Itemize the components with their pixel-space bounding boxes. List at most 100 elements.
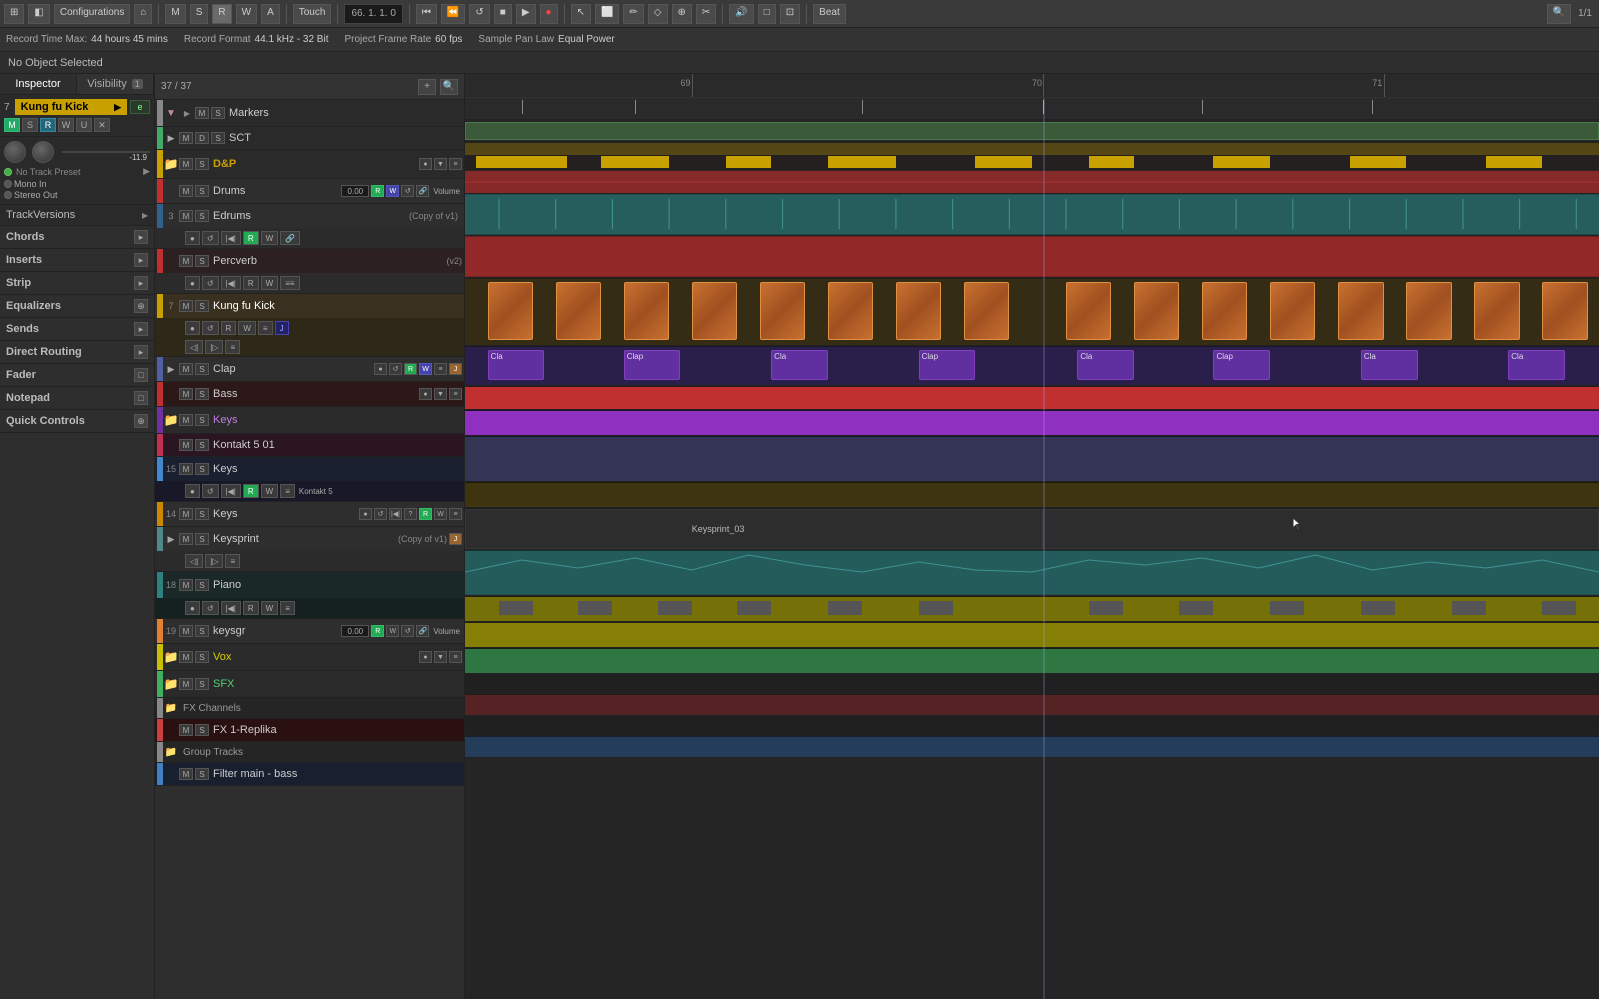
piano-s[interactable]: S: [195, 579, 209, 591]
kick-link[interactable]: ≡: [258, 321, 273, 335]
bass-eq[interactable]: ≡: [449, 388, 462, 400]
tab-inspector[interactable]: Inspector: [0, 74, 77, 94]
speaker-btn[interactable]: 🔊: [729, 4, 753, 24]
dnp-s[interactable]: S: [195, 158, 209, 170]
keys3-r[interactable]: R: [419, 508, 432, 520]
track-row-main-keys-folder[interactable]: 📁 M S Keys: [155, 407, 464, 433]
percverb-rec[interactable]: ●: [185, 276, 200, 290]
keys3-q[interactable]: ?: [404, 508, 417, 520]
vol-knob[interactable]: [32, 141, 54, 163]
track-versions-expand[interactable]: ▸: [142, 208, 148, 222]
keys3-s[interactable]: S: [195, 508, 209, 520]
track-row-main-edrums[interactable]: 3 M S Edrums (Copy of v1): [155, 204, 464, 228]
track-row-main-vox[interactable]: 📁 M S Vox ● ▼ ≡: [155, 644, 464, 670]
percverb-eq[interactable]: ≡≡: [280, 276, 299, 290]
filter-m[interactable]: M: [179, 768, 193, 780]
clap-rec[interactable]: ●: [374, 363, 387, 375]
dnp-eq[interactable]: ≡: [449, 158, 462, 170]
track-m-btn[interactable]: M: [4, 118, 20, 132]
cycle-btn[interactable]: ↺: [469, 4, 489, 24]
kontakt-s[interactable]: S: [195, 439, 209, 451]
clap-m[interactable]: M: [179, 363, 193, 375]
track-name-box[interactable]: Kung fu Kick ▶: [15, 99, 127, 115]
edrums-s[interactable]: S: [195, 210, 209, 222]
track-row-main-keysprint[interactable]: ▶ M S Keysprint (Copy of v1) J: [155, 527, 464, 551]
grid-btn[interactable]: ⊞: [4, 4, 24, 24]
percverb-link[interactable]: |◀|: [221, 276, 241, 290]
record-btn[interactable]: ●: [540, 4, 558, 24]
clap-w[interactable]: W: [419, 363, 432, 375]
track-w-btn[interactable]: W: [58, 118, 74, 132]
drums-r[interactable]: R: [371, 185, 384, 197]
kick-btn2[interactable]: |▷: [205, 340, 223, 354]
track-row-main-fx1[interactable]: M S FX 1-Replika: [155, 719, 464, 741]
config-btn[interactable]: Configurations: [54, 4, 130, 24]
track-x-btn[interactable]: ✕: [94, 118, 110, 132]
track-s-btn[interactable]: S: [22, 118, 38, 132]
sct-d[interactable]: D: [195, 132, 209, 144]
keys2-link1[interactable]: |◀|: [221, 484, 241, 498]
kick-btn1[interactable]: ◁|: [185, 340, 203, 354]
prev-btn[interactable]: ⏪: [441, 4, 465, 24]
track-row-main-dnp[interactable]: 📁 M S D&P ● ▼ ≡: [155, 150, 464, 178]
cursor-btn[interactable]: ↖: [571, 4, 591, 24]
edrums-link1[interactable]: |◀|: [221, 231, 241, 245]
keysgr-m[interactable]: M: [179, 625, 193, 637]
keys2-s[interactable]: S: [195, 463, 209, 475]
piano-cycle[interactable]: ↺: [202, 601, 219, 615]
vox-rec[interactable]: ●: [419, 651, 432, 663]
bass-down[interactable]: ▼: [434, 388, 447, 400]
full-btn[interactable]: ⊡: [780, 4, 800, 24]
monitor-btn[interactable]: □: [758, 4, 776, 24]
vox-s[interactable]: S: [195, 651, 209, 663]
keys-s[interactable]: S: [195, 414, 209, 426]
search-btn[interactable]: 🔍: [1547, 4, 1571, 24]
mode-r[interactable]: R: [212, 4, 231, 24]
sct-m[interactable]: M: [179, 132, 193, 144]
kick-active[interactable]: J: [275, 321, 289, 335]
inserts-section[interactable]: Inserts ▸: [0, 249, 154, 272]
track-u-btn[interactable]: U: [76, 118, 92, 132]
keys3-w[interactable]: W: [434, 508, 447, 520]
erase-btn[interactable]: ◇: [648, 4, 668, 24]
keysprint-btn3[interactable]: ≡: [225, 554, 240, 568]
track-versions-section[interactable]: TrackVersions ▸: [0, 205, 154, 226]
strip-section[interactable]: Strip ▸: [0, 272, 154, 295]
keys2-rec[interactable]: ●: [185, 484, 200, 498]
arranger-tracks[interactable]: Cla Clap Cla Clap Cla Clap Cla Cla: [465, 98, 1599, 999]
tab-visibility[interactable]: Visibility 1: [77, 74, 154, 94]
mode-w[interactable]: W: [236, 4, 257, 24]
keys2-w[interactable]: W: [261, 484, 279, 498]
dnp-m[interactable]: M: [179, 158, 193, 170]
beat-btn[interactable]: Beat: [813, 4, 846, 24]
keysgr-link[interactable]: 🔗: [416, 625, 429, 637]
piano-m[interactable]: M: [179, 579, 193, 591]
percverb-s[interactable]: S: [195, 255, 209, 267]
piano-rec[interactable]: ●: [185, 601, 200, 615]
mode-a[interactable]: A: [261, 4, 280, 24]
touch-btn[interactable]: Touch: [293, 4, 332, 24]
vol-slider[interactable]: -11.9: [62, 151, 150, 153]
keys3-cycle[interactable]: ↺: [374, 508, 387, 520]
quick-controls-section[interactable]: Quick Controls ⊕: [0, 410, 154, 433]
sends-section[interactable]: Sends ▸: [0, 318, 154, 341]
drums-w[interactable]: W: [386, 185, 399, 197]
rewind-btn[interactable]: ⏮: [416, 4, 437, 24]
bass-rec[interactable]: ●: [419, 388, 432, 400]
sct-clip[interactable]: [465, 122, 1599, 140]
dnp-down[interactable]: ▼: [434, 158, 447, 170]
keysprint-btn2[interactable]: |▷: [205, 554, 223, 568]
edrums-m[interactable]: M: [179, 210, 193, 222]
vox-eq[interactable]: ≡: [449, 651, 462, 663]
edrums-w[interactable]: W: [261, 231, 279, 245]
percverb-r[interactable]: R: [243, 276, 259, 290]
pan-knob[interactable]: [4, 141, 26, 163]
keys3-eq[interactable]: ≡: [449, 508, 462, 520]
keys3-link[interactable]: |◀|: [389, 508, 402, 520]
media-btn[interactable]: ◧: [28, 4, 49, 24]
track-row-main-bass[interactable]: M S Bass ● ▼ ≡: [155, 382, 464, 406]
track-row-main-percverb[interactable]: M S Percverb (v2): [155, 249, 464, 273]
stop-btn[interactable]: ■: [494, 4, 512, 24]
track-row-main-keys2[interactable]: 15 M S Keys: [155, 457, 464, 481]
keysgr-cycle[interactable]: ↺: [401, 625, 414, 637]
